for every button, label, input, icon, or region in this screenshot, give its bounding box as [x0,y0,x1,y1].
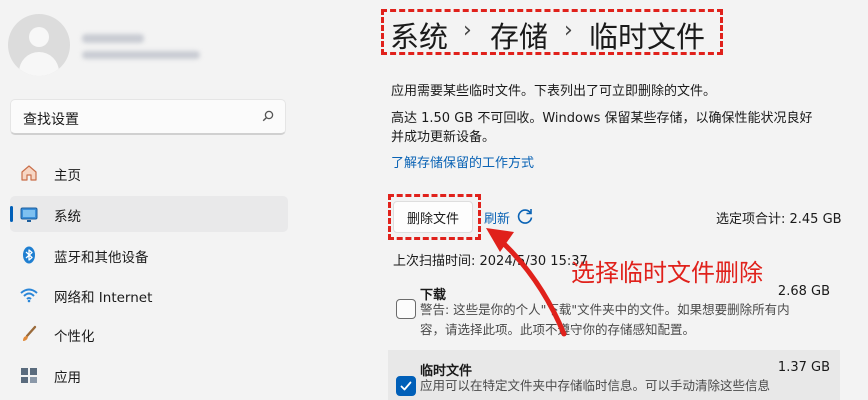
sidebar-item-label: 个性化 [54,329,95,345]
bluetooth-icon [23,246,35,264]
learn-more-link[interactable]: 了解存储保留的工作方式 [391,152,534,171]
downloads-checkbox[interactable] [396,299,416,319]
breadcrumb-item-storage[interactable]: 存储 [490,14,548,56]
home-icon [21,165,37,181]
category-size: 2.68 GB [777,284,830,299]
category-row-temp-files[interactable]: 临时文件 1.37 GB 应用可以在特定文件夹中存储临时信息。可以手动清除这些信… [388,350,840,400]
description-text: 高达 1.50 GB 不可回收。Windows 保留某些存储，以确保性能状况良好 [391,111,813,126]
annotation-text: 选择临时文件删除 [571,259,763,287]
sidebar-item-home[interactable]: 主页 [10,155,288,191]
total-selected-size: 选定项合计: 2.45 GB [716,212,842,227]
page-title: 临时文件 [589,20,706,54]
search-icon[interactable] [261,109,275,123]
description-text: 应用需要某些临时文件。下表列出了可立即删除的文件。 [391,84,717,99]
temp-files-checkbox[interactable] [396,376,416,396]
sidebar-item-network[interactable]: 网络和 Internet [10,277,288,313]
checkmark-icon [400,381,412,391]
sidebar: 查找设置 主页 系统 蓝牙和其他设备 网络和 Internet 个性化 应用 [0,0,300,400]
account-email-blurred [82,51,200,59]
sidebar-item-apps[interactable]: 应用 [10,357,288,393]
search-box[interactable]: 查找设置 [10,99,286,135]
sidebar-item-bluetooth[interactable]: 蓝牙和其他设备 [10,237,288,273]
monitor-icon [20,207,38,222]
sidebar-item-label: 系统 [54,209,81,225]
account-name-blurred [82,34,144,43]
sidebar-item-label: 蓝牙和其他设备 [54,250,149,266]
avatar[interactable] [8,14,70,76]
category-description: 应用可以在特定文件夹中存储临时信息。可以手动清除这些信息 [420,376,832,396]
sidebar-item-label: 网络和 Internet [54,290,153,306]
wifi-icon [20,288,38,303]
category-size: 1.37 GB [777,360,830,375]
sidebar-item-label: 主页 [54,168,81,184]
search-input[interactable]: 查找设置 [23,109,79,129]
annotation-arrow [486,228,567,337]
category-row-downloads[interactable]: 下载 2.68 GB 警告: 这些是你的个人"下载"文件夹中的文件。如果想要删除… [388,280,840,342]
description-text: 并成功更新设备。 [391,130,496,145]
sidebar-item-label: 应用 [54,370,81,386]
sidebar-item-personalization[interactable]: 个性化 [10,316,288,352]
category-description-line: 应用可以在特定文件夹中存储临时信息。可以手动清除这些信息 [420,378,771,393]
brush-icon [23,325,37,341]
sidebar-item-system[interactable]: 系统 [10,196,288,232]
breadcrumb-chevron-icon: › [463,18,472,43]
apps-icon [21,368,37,383]
selection-indicator [10,206,13,222]
breadcrumb-item-system[interactable]: 系统 [390,14,448,56]
breadcrumb-chevron-icon: › [564,18,573,43]
delete-files-button[interactable]: 删除文件 [393,201,473,233]
